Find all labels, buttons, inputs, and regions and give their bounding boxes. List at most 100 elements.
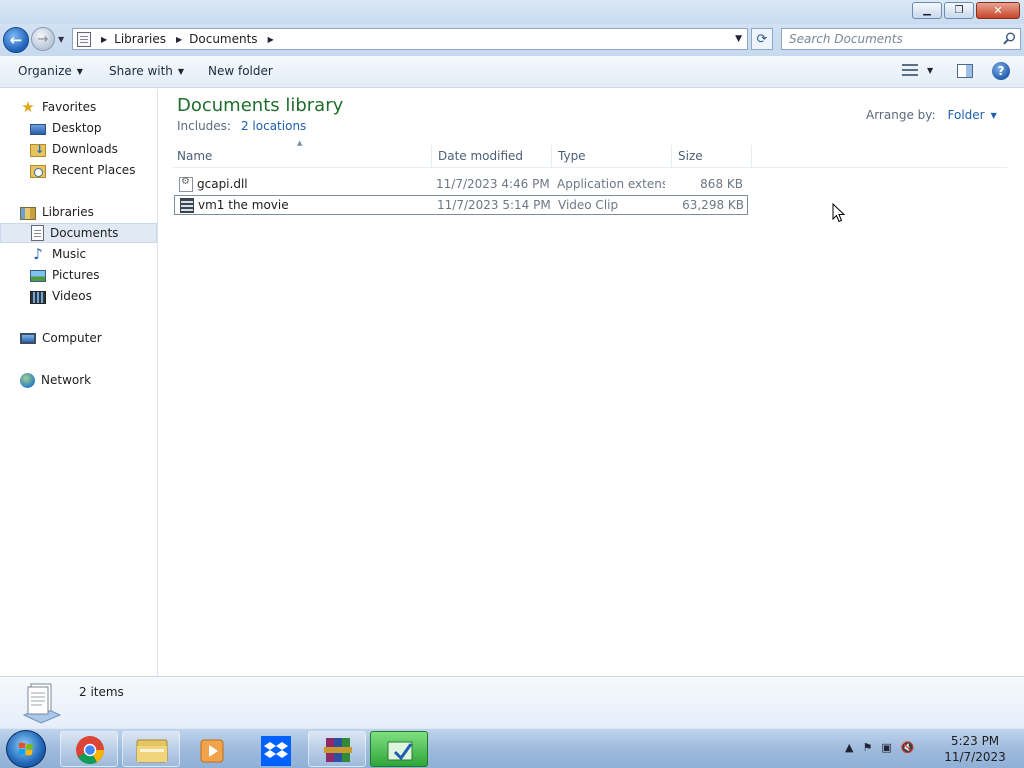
file-row[interactable]: gcapi.dll 11/7/2023 4:46 PM Application … [174,175,748,195]
details-pane: 2 items [0,676,1024,728]
arrange-by-value: Folder [947,108,985,122]
minimize-icon: ▁ [923,4,931,16]
star-icon: ★ [21,98,35,116]
search-icon[interactable] [1003,32,1016,45]
action-center-flag-icon[interactable]: ⚑ [862,741,872,754]
preview-pane-icon[interactable] [957,64,973,78]
column-header-name[interactable]: Name [172,145,432,167]
nav-label: Pictures [52,268,100,282]
column-header-type[interactable]: Type [553,145,672,167]
file-size: 63,298 KB [682,198,744,212]
nav-item-videos[interactable]: Videos [0,286,157,306]
view-list-icon [902,64,918,76]
forward-arrow-icon: → [37,31,49,47]
change-view-button[interactable]: ▼ [902,64,933,76]
chrome-icon [76,736,104,764]
start-button[interactable] [6,730,46,768]
address-bar[interactable]: ▶ Libraries ▶ Documents ▶ ▼ [72,28,748,50]
green-app-taskbar-button[interactable] [370,731,428,767]
clock-date: 11/7/2023 [944,750,1006,764]
system-tray: ▲ ⚑ ▣ 🔇 [845,741,914,754]
close-icon: ✕ [993,4,1003,17]
share-with-label: Share with [109,64,173,78]
video-file-icon [180,198,194,213]
winrar-icon [324,738,352,762]
restore-button[interactable]: ❐ [944,2,974,19]
breadcrumb-libraries[interactable]: Libraries [114,32,166,46]
close-button[interactable]: ✕ [976,2,1020,19]
chevron-down-icon: ▼ [177,66,185,76]
documents-library-icon [22,683,62,724]
desktop-icon [30,123,46,135]
network-icon [20,372,35,388]
nav-item-music[interactable]: ♪ Music [0,244,157,264]
page-title: Documents library [177,95,344,116]
search-input[interactable] [789,32,989,46]
window-title-bar: ▁ ❐ ✕ [0,0,1024,24]
command-toolbar: Organize ▼ Share with ▼ New folder ▼ ? [0,56,1024,88]
clock[interactable]: 5:23 PM 11/7/2023 [940,733,1010,765]
nav-label: Recent Places [52,163,136,177]
show-hidden-icons-icon[interactable]: ▲ [845,741,853,754]
share-with-button[interactable]: Share with ▼ [109,64,184,78]
file-date: 11/7/2023 5:14 PM [437,198,551,212]
winrar-taskbar-button[interactable] [308,731,366,767]
item-count: 2 items [79,685,124,699]
column-label: Name [177,149,213,163]
breadcrumb-documents[interactable]: Documents [189,32,257,46]
nav-item-desktop[interactable]: Desktop [0,118,157,138]
taskbar: ▲ ⚑ ▣ 🔇 5:23 PM 11/7/2023 [0,728,1024,768]
dropbox-icon [261,736,291,766]
nav-label: Network [41,373,92,387]
column-label: Date modified [438,149,524,163]
nav-item-recent-places[interactable]: Recent Places [0,160,157,180]
locations-link[interactable]: 2 locations [241,119,306,133]
breadcrumb-separator-icon[interactable]: ▶ [268,35,274,44]
organize-button[interactable]: Organize ▼ [18,64,83,78]
back-arrow-icon: ← [9,31,23,49]
volume-muted-icon[interactable]: 🔇 [901,741,915,754]
nav-label: Videos [52,289,92,303]
network-status-icon[interactable]: ▣ [881,741,891,754]
column-label: Size [678,149,703,163]
nav-item-pictures[interactable]: Pictures [0,265,157,285]
nav-label: Desktop [52,121,102,135]
arrange-by-dropdown[interactable]: Folder ▼ [948,108,997,122]
nav-item-network[interactable]: Network [0,370,157,390]
breadcrumb-separator-icon[interactable]: ▶ [176,35,182,44]
column-label: Type [558,149,586,163]
dropbox-taskbar-button[interactable] [246,731,304,767]
address-history-dropdown-icon[interactable]: ▼ [735,34,742,44]
breadcrumb-separator-icon[interactable]: ▶ [101,35,107,44]
nav-label: Computer [42,331,102,345]
nav-item-downloads[interactable]: Downloads [0,139,157,159]
chevron-down-icon: ▼ [990,110,997,120]
nav-item-favorites[interactable]: ★ Favorites [0,97,157,117]
navigation-pane: ★ Favorites Desktop Downloads Recent Pla… [0,89,158,676]
mouse-pointer-icon [832,203,846,223]
downloads-folder-icon [30,143,46,157]
refresh-button[interactable]: ⟳ [751,28,773,50]
nav-label: Libraries [42,205,94,219]
chevron-down-icon[interactable]: ▼ [927,66,933,75]
file-explorer-icon [136,739,168,763]
media-player-taskbar-button[interactable] [184,731,242,767]
file-date: 11/7/2023 4:46 PM [436,177,550,191]
chrome-taskbar-button[interactable] [60,731,118,767]
explorer-taskbar-button[interactable] [122,731,180,767]
recent-pages-dropdown[interactable]: ▼ [58,35,64,44]
file-row[interactable]: vm1 the movie 11/7/2023 5:14 PM Video Cl… [174,195,748,215]
minimize-button[interactable]: ▁ [912,2,942,19]
search-box[interactable] [781,28,1021,50]
column-header-date-modified[interactable]: Date modified [433,145,552,167]
nav-label: Favorites [42,100,97,114]
back-button[interactable]: ← [3,27,29,53]
column-header-size[interactable]: Size [673,145,752,167]
nav-item-documents[interactable]: Documents [0,223,157,243]
forward-button[interactable]: → [31,27,55,51]
nav-item-libraries[interactable]: Libraries [0,202,157,222]
includes-label: Includes: [177,119,231,133]
help-icon[interactable]: ? [992,62,1010,80]
new-folder-button[interactable]: New folder [208,64,273,78]
nav-item-computer[interactable]: Computer [0,328,157,348]
